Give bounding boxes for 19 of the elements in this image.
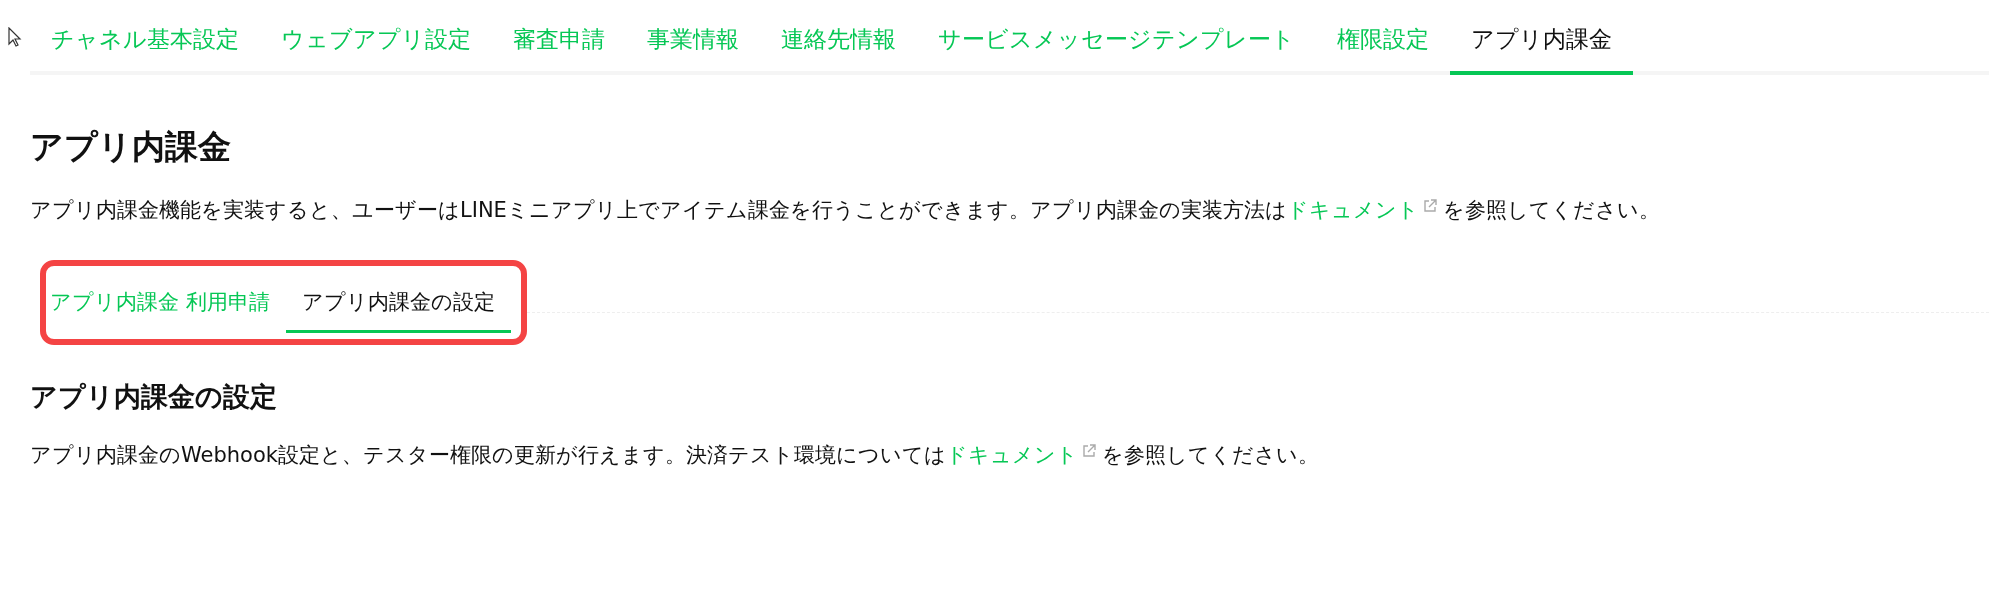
nav-tab[interactable]: 権限設定 [1316,18,1450,75]
sub-tab[interactable]: アプリ内課金 利用申請 [50,280,286,333]
section-title: アプリ内課金の設定 [30,380,278,414]
nav-tab[interactable]: ウェブアプリ設定 [260,18,492,75]
nav-tab[interactable]: サービスメッセージテンプレート [917,18,1316,75]
nav-tab[interactable]: アプリ内課金 [1450,18,1633,75]
nav-tab[interactable]: 事業情報 [626,18,760,75]
description-text: アプリ内課金機能を実装すると、ユーザーはLINEミニアプリ上でアイテム課金を行うことができます。アプリ内課金の実装方法は ドキュメント を参照してください。 [30,197,1661,224]
page-title: アプリ内課金 [30,126,232,168]
external-link-icon [1081,444,1096,458]
nav-tab[interactable]: 連絡先情報 [760,18,917,75]
nav-tab[interactable]: チャネル基本設定 [30,18,260,75]
sub-tab[interactable]: アプリ内課金の設定 [285,280,511,333]
document-link[interactable]: ドキュメント [1286,198,1419,222]
mouse-pointer-icon [8,27,22,47]
document-link[interactable]: ドキュメント [945,443,1078,467]
external-link-icon [1422,199,1437,213]
nav-tab[interactable]: 審査申請 [492,18,626,75]
description-text: アプリ内課金のWebhook設定と、テスター権限の更新が行えます。決済テスト環境については ドキュメント を参照してください。 [30,442,1320,469]
